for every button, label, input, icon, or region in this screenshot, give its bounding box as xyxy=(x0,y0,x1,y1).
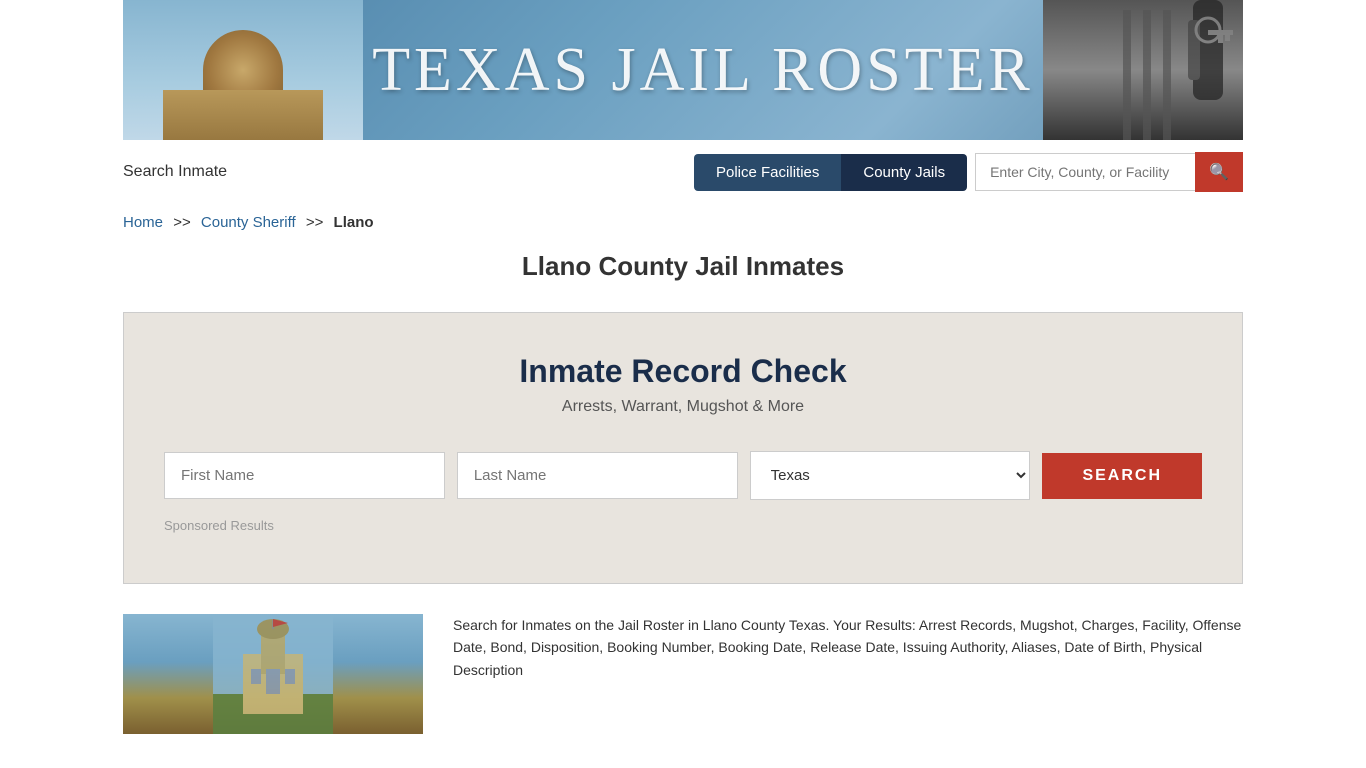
county-jails-button[interactable]: County Jails xyxy=(841,154,967,191)
breadcrumb-sep1: >> xyxy=(173,214,191,231)
header-right-image xyxy=(1043,0,1243,140)
facility-search-button[interactable]: 🔍 xyxy=(1195,152,1243,192)
header-banner: Texas Jail Roster xyxy=(123,0,1243,140)
police-facilities-button[interactable]: Police Facilities xyxy=(694,154,841,191)
record-check-title: Inmate Record Check xyxy=(164,353,1202,390)
bottom-description: Search for Inmates on the Jail Roster in… xyxy=(453,614,1243,734)
breadcrumb-current: Llano xyxy=(334,214,374,231)
breadcrumb-county-sheriff[interactable]: County Sheriff xyxy=(201,214,296,231)
breadcrumb: Home >> County Sheriff >> Llano xyxy=(123,204,1243,251)
record-check-box: Inmate Record Check Arrests, Warrant, Mu… xyxy=(123,312,1243,584)
nav-bar: Search Inmate Police Facilities County J… xyxy=(123,140,1243,204)
site-title: Texas Jail Roster xyxy=(372,35,1034,106)
page-title: Llano County Jail Inmates xyxy=(120,251,1246,282)
sponsored-results-label: Sponsored Results xyxy=(164,518,1202,533)
state-select[interactable]: AlabamaAlaskaArizonaArkansasCaliforniaCo… xyxy=(750,451,1031,500)
inmate-search-button[interactable]: SEARCH xyxy=(1042,453,1202,499)
last-name-input[interactable] xyxy=(457,452,738,499)
facility-search-input[interactable] xyxy=(975,153,1195,191)
search-icon: 🔍 xyxy=(1209,162,1229,182)
first-name-input[interactable] xyxy=(164,452,445,499)
breadcrumb-home[interactable]: Home xyxy=(123,214,163,231)
search-inmate-label: Search Inmate xyxy=(123,163,227,181)
record-check-subtitle: Arrests, Warrant, Mugshot & More xyxy=(164,398,1202,416)
header-left-image xyxy=(123,0,363,140)
bottom-courthouse-image xyxy=(123,614,423,734)
breadcrumb-sep2: >> xyxy=(306,214,324,231)
